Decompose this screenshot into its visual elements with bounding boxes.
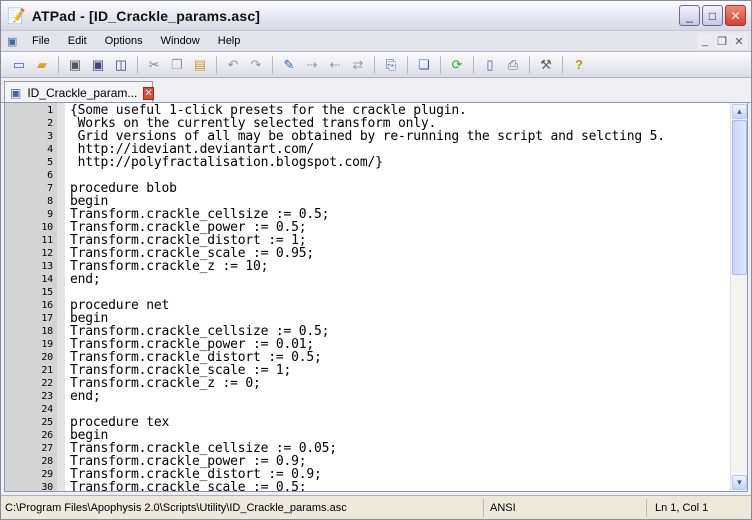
mdi-restore-button[interactable]: ❐ — [714, 33, 730, 49]
refresh-icon[interactable]: ⟳ — [447, 55, 467, 75]
title-bar: 📝 ATPad - [ID_Crackle_params.asc] _ □ ✕ — [1, 1, 751, 31]
line-number: 5 — [47, 157, 53, 168]
close-button[interactable]: ✕ — [725, 5, 746, 26]
line-number: 20 — [41, 352, 53, 363]
new-icon[interactable]: ▭ — [9, 55, 29, 75]
app-icon: 📝 — [7, 7, 26, 25]
tools-icon[interactable]: ⚒ — [536, 55, 556, 75]
code-editor[interactable]: 1 {Some useful 1-click presets for the cr… — [4, 102, 748, 492]
save-as-icon[interactable]: ▣ — [88, 55, 108, 75]
line-number: 4 — [47, 144, 53, 155]
line-number: 9 — [47, 209, 53, 220]
window-title: ATPad - [ID_Crackle_params.asc] — [31, 7, 261, 24]
scrollbar-thumb[interactable] — [732, 120, 747, 275]
code-line: 16 procedure net — [5, 299, 730, 312]
status-encoding: ANSI — [484, 498, 647, 517]
line-number: 18 — [41, 326, 53, 337]
windows-icon[interactable]: ❏ — [414, 55, 434, 75]
line-number: 26 — [41, 430, 53, 441]
code-text: http://polyfractalisation.blogspot.com/} — [70, 155, 383, 170]
tab-id-crackle-params[interactable]: ▣ ID_Crackle_param... ✕ — [4, 81, 154, 104]
find-next-icon[interactable]: ⇢ — [302, 55, 322, 75]
code-line: 30 Transform.crackle_scale := 0.5; — [5, 480, 730, 492]
save-icon[interactable]: ▣ — [65, 55, 85, 75]
code-line: 7 procedure blob — [5, 182, 730, 195]
menu-options[interactable]: Options — [96, 35, 152, 47]
code-line: 14 end; — [5, 273, 730, 286]
line-number: 22 — [41, 378, 53, 389]
line-number: 1 — [47, 105, 53, 116]
document-icon: ▣ — [10, 86, 22, 100]
line-number: 25 — [41, 417, 53, 428]
undo-icon[interactable]: ↶ — [223, 55, 243, 75]
line-number: 3 — [47, 131, 53, 142]
line-number: 17 — [41, 313, 53, 324]
code-line: 22 Transform.crackle_z := 0; — [5, 377, 730, 390]
minimize-button[interactable]: _ — [679, 5, 700, 26]
menu-window[interactable]: Window — [152, 35, 209, 47]
code-text: end; — [70, 272, 101, 287]
code-line: 25 procedure tex — [5, 416, 730, 429]
help-icon[interactable]: ? — [569, 55, 589, 75]
line-number: 24 — [41, 404, 53, 415]
line-number: 6 — [47, 170, 53, 181]
menu-edit[interactable]: Edit — [59, 35, 96, 47]
open-icon[interactable]: ▰ — [32, 55, 52, 75]
line-number: 7 — [47, 183, 53, 194]
status-cursor-position: Ln 1, Col 1 — [655, 501, 709, 514]
line-number: 30 — [41, 482, 53, 492]
scroll-up-button[interactable]: ▲ — [732, 104, 747, 119]
find-prev-icon[interactable]: ⇠ — [325, 55, 345, 75]
mdi-minimize-button[interactable]: _ — [697, 33, 713, 49]
maximize-button[interactable]: □ — [702, 5, 723, 26]
line-number: 10 — [41, 222, 53, 233]
line-number: 19 — [41, 339, 53, 350]
line-number: 13 — [41, 261, 53, 272]
line-number: 23 — [41, 391, 53, 402]
tab-label: ID_Crackle_param... — [27, 86, 138, 100]
menu-file[interactable]: File — [23, 35, 59, 47]
document-icon[interactable]: ▣ — [1, 35, 23, 48]
menu-bar: ▣ File Edit Options Window Help _ ❐ ✕ — [1, 31, 751, 52]
cut-icon[interactable]: ✂ — [144, 55, 164, 75]
line-number: 14 — [41, 274, 53, 285]
save-all-icon[interactable]: ◫ — [111, 55, 131, 75]
redo-icon[interactable]: ↷ — [246, 55, 266, 75]
replace-icon[interactable]: ⇄ — [348, 55, 368, 75]
line-number: 29 — [41, 469, 53, 480]
line-number: 27 — [41, 443, 53, 454]
find-icon[interactable]: ✎ — [279, 55, 299, 75]
tab-close-button[interactable]: ✕ — [143, 86, 154, 100]
status-file-path: C:\Program Files\Apophysis 2.0\Scripts\U… — [1, 498, 484, 517]
code-text: Transform.crackle_scale := 0.5; — [70, 480, 307, 492]
line-number: 16 — [41, 300, 53, 311]
status-bar: C:\Program Files\Apophysis 2.0\Scripts\U… — [1, 495, 751, 519]
copy-icon[interactable]: ❐ — [167, 55, 187, 75]
code-line: 5 http://polyfractalisation.blogspot.com… — [5, 156, 730, 169]
menu-help[interactable]: Help — [209, 35, 250, 47]
paste-icon[interactable]: ▤ — [190, 55, 210, 75]
line-number: 12 — [41, 248, 53, 259]
scroll-down-button[interactable]: ▼ — [732, 475, 747, 490]
line-number: 21 — [41, 365, 53, 376]
line-number: 28 — [41, 456, 53, 467]
line-number: 15 — [41, 287, 53, 298]
line-number: 2 — [47, 118, 53, 129]
toolbar: ▭ ▰ ▣ ▣ ◫ ✂ ❐ ▤ ↶ ↷ ✎ ⇢ ⇠ ⇄ ⎘ ❏ ⟳ ▯ ⎙ ⚒ … — [1, 52, 751, 78]
code-text: end; — [70, 389, 101, 404]
line-number: 8 — [47, 196, 53, 207]
attach-icon[interactable]: ⎘ — [381, 55, 401, 75]
page-setup-icon[interactable]: ▯ — [480, 55, 500, 75]
code-line: 13 Transform.crackle_z := 10; — [5, 260, 730, 273]
code-line: 23 end; — [5, 390, 730, 403]
tab-bar: ▣ ID_Crackle_param... ✕ — [1, 78, 751, 104]
mdi-close-button[interactable]: ✕ — [731, 33, 747, 49]
line-number: 11 — [41, 235, 53, 246]
vertical-scrollbar[interactable]: ▲ ▼ — [730, 103, 747, 491]
print-icon[interactable]: ⎙ — [503, 55, 523, 75]
